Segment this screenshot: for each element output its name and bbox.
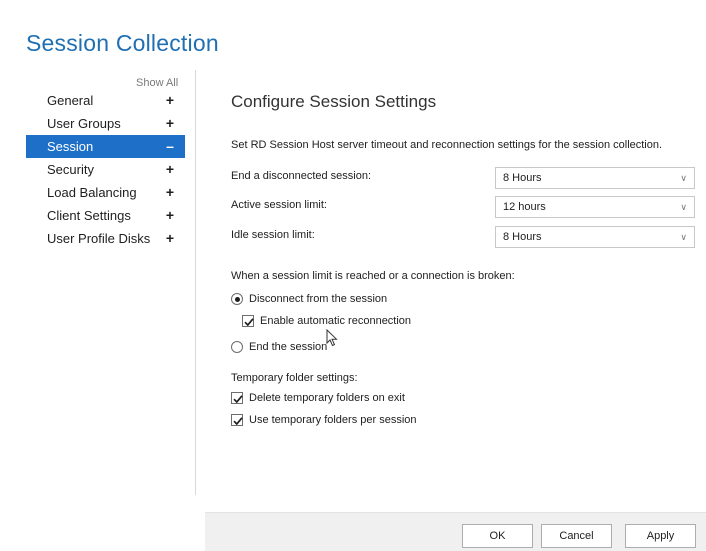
disconnect-session-label: Disconnect from the session	[249, 293, 388, 305]
use-temp-folders-label: Use temporary folders per session	[249, 414, 417, 426]
idle-session-limit-label: Idle session limit:	[231, 229, 315, 241]
dialog-footer: OK Cancel Apply	[205, 512, 706, 551]
radio-button[interactable]	[231, 341, 243, 353]
expand-plus-icon: +	[165, 115, 175, 131]
active-session-limit-dropdown[interactable]: 12 hours ∨	[495, 196, 695, 218]
sidebar-item-label: Load Balancing	[47, 185, 137, 200]
end-disconnected-session-row: End a disconnected session: 8 Hours ∨	[231, 167, 701, 189]
active-session-limit-row: Active session limit: 12 hours ∨	[231, 196, 701, 218]
sidebar-item-client-settings[interactable]: Client Settings +	[26, 204, 185, 227]
dialog: Session Collection Show All General + Us…	[0, 0, 706, 551]
vertical-divider	[195, 70, 196, 495]
checkbox[interactable]	[231, 392, 243, 404]
expand-plus-icon: +	[165, 161, 175, 177]
dropdown-value: 8 Hours	[503, 231, 542, 243]
sidebar-item-session[interactable]: Session –	[26, 135, 185, 158]
section-description: Set RD Session Host server timeout and r…	[231, 139, 663, 151]
sidebar-item-user-groups[interactable]: User Groups +	[26, 112, 185, 135]
mouse-cursor-icon	[326, 329, 338, 347]
sidebar-item-label: User Profile Disks	[47, 231, 151, 246]
sidebar-item-label: User Groups	[47, 116, 121, 131]
dropdown-value: 8 Hours	[503, 172, 542, 184]
sidebar-item-label: Client Settings	[47, 208, 131, 223]
checkbox[interactable]	[231, 414, 243, 426]
expand-plus-icon: +	[165, 230, 175, 246]
sidebar-item-label: Session	[47, 139, 94, 154]
checkmark-icon	[244, 318, 254, 327]
show-all-link[interactable]: Show All	[136, 77, 178, 89]
checkmark-icon	[233, 395, 243, 404]
sidebar-item-general[interactable]: General +	[26, 89, 185, 112]
session-limit-group-label: When a session limit is reached or a con…	[231, 270, 515, 282]
end-session-label: End the session	[249, 341, 328, 353]
window-title: Session Collection	[26, 30, 219, 56]
enable-auto-reconnection-label: Enable automatic reconnection	[260, 315, 412, 327]
idle-session-limit-row: Idle session limit: 8 Hours ∨	[231, 226, 701, 248]
collapse-minus-icon: –	[166, 138, 174, 154]
sidebar-item-label: General	[47, 93, 94, 108]
expand-plus-icon: +	[165, 207, 175, 223]
section-title: Configure Session Settings	[231, 92, 437, 111]
apply-button[interactable]: Apply	[625, 524, 696, 548]
ok-button[interactable]: OK	[462, 524, 533, 548]
sidebar-item-load-balancing[interactable]: Load Balancing +	[26, 181, 185, 204]
sidebar-nav: General + User Groups + Session – Securi…	[26, 89, 185, 250]
end-disconnected-session-dropdown[interactable]: 8 Hours ∨	[495, 167, 695, 189]
chevron-down-icon: ∨	[680, 173, 687, 183]
radio-button[interactable]	[231, 293, 243, 305]
end-disconnected-session-label: End a disconnected session:	[231, 170, 372, 182]
cancel-button[interactable]: Cancel	[541, 524, 612, 548]
checkmark-icon	[233, 417, 243, 426]
active-session-limit-label: Active session limit:	[231, 199, 327, 211]
sidebar-item-security[interactable]: Security +	[26, 158, 185, 181]
sidebar-item-user-profile-disks[interactable]: User Profile Disks +	[26, 227, 185, 250]
checkbox[interactable]	[242, 315, 254, 327]
expand-plus-icon: +	[165, 184, 175, 200]
chevron-down-icon: ∨	[680, 202, 687, 212]
chevron-down-icon: ∨	[680, 232, 687, 242]
sidebar-item-label: Security	[47, 162, 94, 177]
temp-folder-group-label: Temporary folder settings:	[231, 372, 358, 384]
dropdown-value: 12 hours	[503, 201, 546, 213]
expand-plus-icon: +	[165, 92, 175, 108]
delete-temp-folders-label: Delete temporary folders on exit	[249, 392, 405, 404]
idle-session-limit-dropdown[interactable]: 8 Hours ∨	[495, 226, 695, 248]
